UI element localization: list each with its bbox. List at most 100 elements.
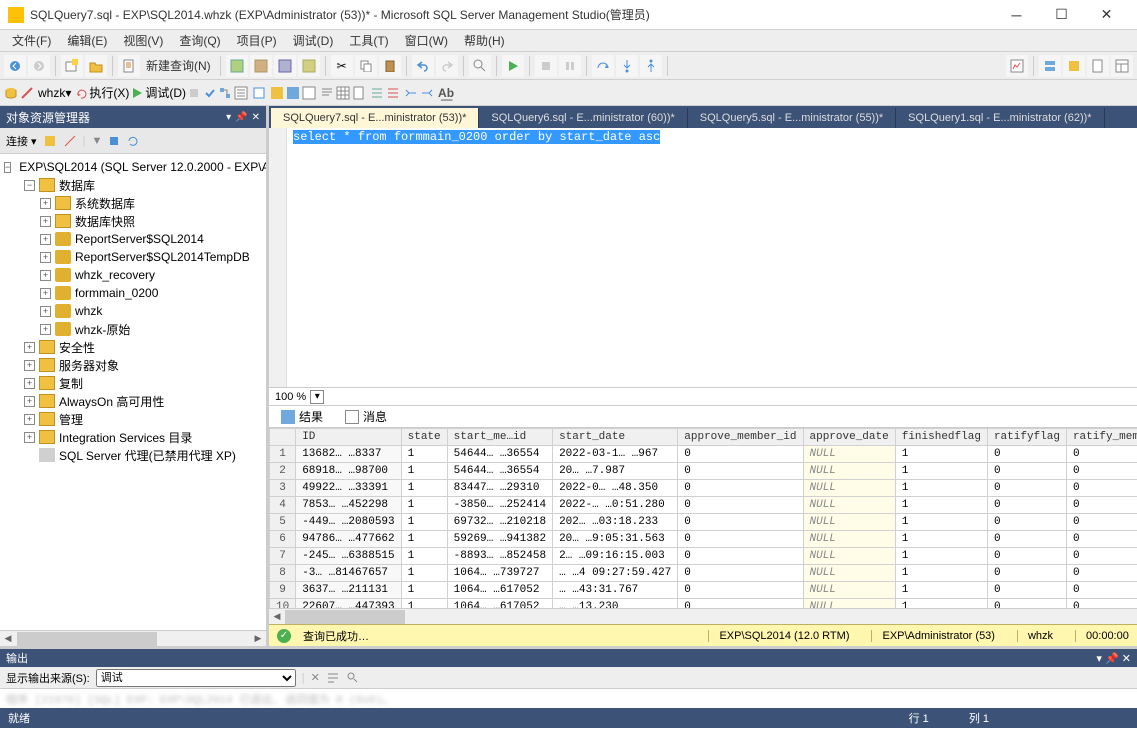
table-cell[interactable]: 1 (401, 565, 447, 582)
comment-button[interactable] (370, 86, 384, 100)
table-cell[interactable]: -245… …6388515 (296, 548, 401, 565)
menu-debug[interactable]: 调试(D) (287, 30, 340, 51)
table-cell[interactable]: 0 (678, 548, 803, 565)
table-row[interactable]: 93637… …21113111064… …617052… …43:31.767… (270, 582, 1137, 599)
table-row[interactable]: 5-449… …2080593169732… …210218202… …03:1… (270, 514, 1137, 531)
table-row[interactable]: 694786… …477662159269… …94138220… …9:05:… (270, 531, 1137, 548)
new-query-label[interactable]: 新建查询(N) (142, 57, 215, 74)
table-cell[interactable]: 1 (895, 565, 987, 582)
table-cell[interactable]: 1 (270, 446, 296, 463)
table-cell[interactable]: 83447… …29310 (447, 480, 552, 497)
indent-button[interactable] (404, 86, 418, 100)
table-cell[interactable]: 0 (1066, 446, 1137, 463)
table-row[interactable]: 113682… …8337154644… …365542022-03-1… …9… (270, 446, 1137, 463)
table-cell[interactable]: 22607… …447393 (296, 599, 401, 609)
table-cell[interactable]: 1 (401, 480, 447, 497)
include-stats-button[interactable] (286, 86, 300, 100)
table-cell[interactable]: -449… …2080593 (296, 514, 401, 531)
tree-replication[interactable]: 复制 (59, 375, 83, 392)
table-cell[interactable]: … …13.230 (553, 599, 678, 609)
menu-edit[interactable]: 编辑(E) (61, 30, 113, 51)
tree-toggle[interactable]: + (40, 198, 51, 209)
table-cell[interactable]: 1 (401, 497, 447, 514)
execute-label[interactable]: 执行(X) (89, 84, 129, 101)
output-body[interactable]: 程序 [21976] [SQL] EXP: EXP\SQL2014 已退出, 返… (0, 689, 1137, 708)
tree-toggle[interactable]: + (24, 360, 35, 371)
menu-tools[interactable]: 工具(T) (343, 30, 394, 51)
table-cell[interactable]: 1 (895, 480, 987, 497)
debug-label[interactable]: 调试(D) (145, 84, 186, 101)
table-cell[interactable]: 13682… …8337 (296, 446, 401, 463)
oe-refresh-icon[interactable] (43, 134, 57, 148)
table-cell[interactable]: 1 (401, 599, 447, 609)
table-cell[interactable]: 1 (895, 497, 987, 514)
col-header[interactable]: start_date (553, 429, 678, 446)
table-cell[interactable]: 0 (678, 497, 803, 514)
table-cell[interactable]: 0 (987, 480, 1066, 497)
tree-whzkorig[interactable]: whzk-原始 (75, 321, 130, 338)
disconnect-button[interactable] (20, 86, 34, 100)
panel-pin-icon[interactable]: 📌 (235, 112, 247, 123)
table-cell[interactable]: 0 (678, 565, 803, 582)
table-cell[interactable]: 10 (270, 599, 296, 609)
table-cell[interactable]: 6 (270, 531, 296, 548)
table-cell[interactable]: NULL (803, 480, 895, 497)
grid-hscroll[interactable]: ◀▶ (269, 608, 1137, 624)
menu-view[interactable]: 视图(V) (117, 30, 169, 51)
table-cell[interactable]: 54644… …36554 (447, 463, 552, 480)
table-cell[interactable]: 0 (987, 463, 1066, 480)
table-cell[interactable]: -8893… …852458 (447, 548, 552, 565)
table-cell[interactable]: 1 (401, 582, 447, 599)
tree-toggle[interactable]: − (4, 162, 11, 173)
table-cell[interactable]: 0 (1066, 531, 1137, 548)
step-out-button[interactable] (640, 55, 662, 77)
table-cell[interactable]: 0 (1066, 463, 1137, 480)
tab-query6[interactable]: SQLQuery6.sql - E...ministrator (60))* (479, 108, 687, 128)
step-over-button[interactable] (592, 55, 614, 77)
table-row[interactable]: 1022607… …44739311064… …617052… …13.2300… (270, 599, 1137, 609)
step-into-button[interactable] (616, 55, 638, 77)
table-cell[interactable]: … …4 09:27:59.427 (553, 565, 678, 582)
table-cell[interactable]: NULL (803, 497, 895, 514)
table-cell[interactable]: 1 (895, 531, 987, 548)
tree-rstemp[interactable]: ReportServer$SQL2014TempDB (75, 250, 250, 264)
tree-databases[interactable]: 数据库 (59, 177, 95, 194)
results-text-button[interactable] (320, 86, 334, 100)
table-cell[interactable]: 5 (270, 514, 296, 531)
table-cell[interactable]: NULL (803, 463, 895, 480)
table-cell[interactable]: 2022-0… …48.350 (553, 480, 678, 497)
tree-whzkrec[interactable]: whzk_recovery (75, 268, 155, 282)
table-cell[interactable]: 1 (895, 463, 987, 480)
oe-disconnect-icon[interactable] (63, 134, 77, 148)
plan-button[interactable] (218, 86, 232, 100)
tree-integration[interactable]: Integration Services 目录 (59, 429, 192, 446)
tree-snap[interactable]: 数据库快照 (75, 213, 135, 230)
table-row[interactable]: 268918… …98700154644… …3655420… …7.9870N… (270, 463, 1137, 480)
menu-file[interactable]: 文件(F) (6, 30, 57, 51)
close-button[interactable]: ✕ (1084, 1, 1129, 29)
parse-button[interactable] (204, 87, 216, 99)
results-file-button[interactable] (352, 86, 366, 100)
uncomment-button[interactable] (386, 86, 400, 100)
options-button[interactable] (234, 86, 248, 100)
tree-toggle[interactable]: − (24, 180, 35, 191)
table-row[interactable]: 8-3… …8146765711064… …739727… …4 09:27:5… (270, 565, 1137, 582)
tree-toggle[interactable]: + (24, 396, 35, 407)
oe-refresh2-icon[interactable] (126, 134, 140, 148)
table-cell[interactable]: 3 (270, 480, 296, 497)
table-cell[interactable]: 0 (987, 548, 1066, 565)
redo-button[interactable] (436, 55, 458, 77)
tab-query5[interactable]: SQLQuery5.sql - E...ministrator (55))* (688, 108, 896, 128)
table-cell[interactable]: NULL (803, 565, 895, 582)
connect-button[interactable]: 连接 ▾ (6, 133, 37, 149)
minimize-button[interactable]: ─ (994, 1, 1039, 29)
nav-back-button[interactable] (4, 55, 26, 77)
table-cell[interactable]: NULL (803, 531, 895, 548)
outdent-button[interactable] (420, 86, 434, 100)
table-cell[interactable]: 0 (678, 446, 803, 463)
table-cell[interactable]: 0 (1066, 565, 1137, 582)
undo-button[interactable] (412, 55, 434, 77)
messages-tab[interactable]: 消息 (339, 406, 393, 427)
sidebar-hscroll[interactable]: ◀▶ (0, 630, 266, 646)
output-close-icon[interactable]: ✕ (1122, 653, 1131, 665)
